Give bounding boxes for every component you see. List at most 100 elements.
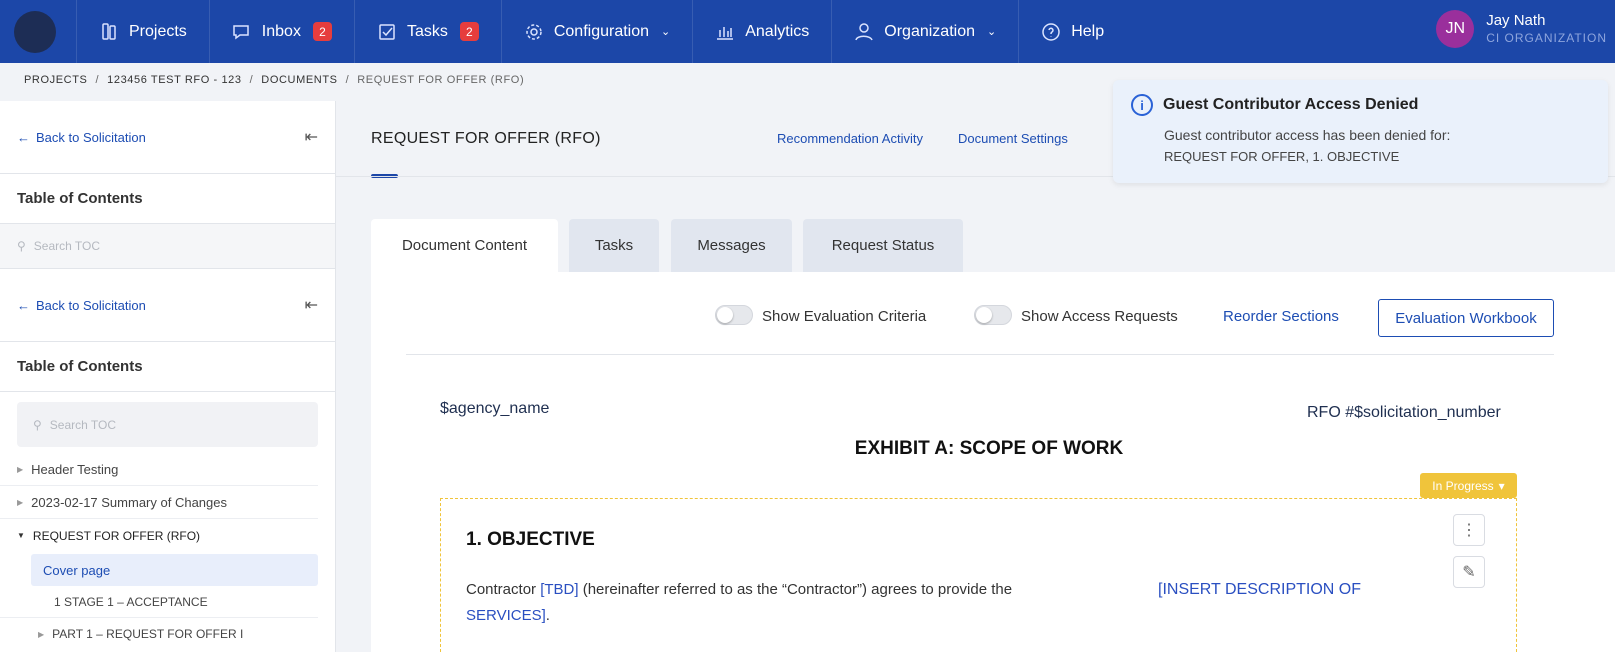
nav-help[interactable]: Help	[1018, 0, 1126, 63]
nav-inbox-label: Inbox	[261, 22, 301, 40]
info-icon: i	[1131, 94, 1153, 116]
toc-item-summary-of-changes[interactable]: ▶ 2023-02-17 Summary of Changes	[0, 486, 318, 519]
app-logo[interactable]	[14, 10, 56, 53]
section-objective[interactable]: 1. OBJECTIVE Contractor [TBD] (hereinaft…	[440, 498, 1517, 652]
breadcrumb: PROJECTS / 123456 TEST RFO - 123 / DOCUM…	[24, 74, 524, 86]
toc-item-part-1[interactable]: ▶ PART 1 – REQUEST FOR OFFER I	[0, 618, 335, 650]
projects-icon	[102, 22, 116, 40]
caret-right-icon: ▶	[38, 629, 45, 639]
tab-request-status[interactable]: Request Status	[803, 219, 963, 272]
organization-icon	[855, 22, 873, 40]
nav-projects[interactable]: Projects	[76, 0, 209, 63]
breadcrumb-documents[interactable]: DOCUMENTS	[261, 74, 337, 86]
chevron-down-icon: ⌄	[986, 26, 997, 38]
breadcrumb-separator: /	[249, 74, 254, 86]
agency-name-variable: $agency_name	[440, 400, 550, 417]
show-access-requests-toggle[interactable]	[974, 305, 1012, 325]
toc-sidebar: ← Back to Solicitation ⇤ Table of Content…	[0, 101, 336, 652]
toc-search-input[interactable]: ⚲ Search TOC	[0, 224, 335, 269]
breadcrumb-project[interactable]: 123456 TEST RFO - 123	[107, 74, 241, 86]
toc-title: Table of Contents	[0, 342, 335, 392]
arrow-left-icon: ←	[17, 297, 30, 313]
toc-item-stage-1[interactable]: 1 STAGE 1 – ACCEPTANCE	[0, 586, 318, 618]
document-settings-link[interactable]: Document Settings	[958, 131, 1068, 146]
tab-document-content[interactable]: Document Content	[371, 219, 558, 272]
back-to-solicitation-link[interactable]: ← Back to Solicitation	[17, 298, 146, 313]
breadcrumb-projects[interactable]: PROJECTS	[24, 74, 87, 86]
show-evaluation-criteria-label: Show Evaluation Criteria	[762, 308, 927, 325]
toc-search-input[interactable]: ⚲ Search TOC	[17, 402, 318, 447]
reorder-sections-link[interactable]: Reorder Sections	[1223, 308, 1339, 325]
show-evaluation-criteria-toggle[interactable]	[715, 305, 753, 325]
user-organization: CI ORGANIZATION	[1486, 31, 1607, 45]
more-options-button[interactable]: ⋮	[1453, 514, 1485, 546]
toc-item-cover-page[interactable]: Cover page	[31, 554, 318, 586]
back-to-solicitation-link[interactable]: ← Back to Solicitation	[17, 130, 146, 145]
sidebar-back-row: ← Back to Solicitation ⇤	[0, 101, 335, 174]
back-label: Back to Solicitation	[36, 297, 146, 313]
show-access-requests-label: Show Access Requests	[1021, 308, 1178, 325]
evaluation-workbook-button[interactable]: Evaluation Workbook	[1378, 299, 1554, 337]
toc-item-label: PART 1 – REQUEST FOR OFFER I	[52, 627, 244, 641]
arrow-left-icon: ←	[17, 129, 30, 145]
tab-messages[interactable]: Messages	[671, 219, 792, 272]
toast-title: Guest Contributor Access Denied	[1163, 96, 1419, 113]
chevron-down-icon: ⌄	[661, 26, 671, 38]
toast-message: Guest contributor access has been denied…	[1164, 127, 1451, 143]
nav-configuration[interactable]: Configuration ⌄	[500, 0, 692, 63]
collapse-sidebar-icon[interactable]: ⇤	[305, 127, 318, 147]
toolbar-divider	[406, 354, 1554, 355]
tasks-icon	[379, 23, 395, 40]
search-icon: ⚲	[33, 417, 42, 432]
insert-description-placeholder: [INSERT DESCRIPTION OF	[1158, 581, 1361, 598]
toc-title: Table of Contents	[0, 174, 335, 224]
tab-tasks[interactable]: Tasks	[569, 219, 659, 272]
status-label: In Progress	[1432, 478, 1494, 493]
toc-item-label: Header Testing	[31, 461, 119, 477]
nav-tasks[interactable]: Tasks 2	[353, 0, 501, 63]
gear-icon	[526, 23, 542, 40]
back-label: Back to Solicitation	[36, 129, 146, 145]
breadcrumb-separator: /	[345, 74, 350, 86]
caret-down-icon: ▾	[1498, 478, 1505, 493]
edit-icon: ✎	[1462, 564, 1476, 581]
nav-help-label: Help	[1071, 22, 1105, 40]
nav-organization[interactable]: Organization ⌄	[831, 0, 1018, 63]
tbd-placeholder: [TBD]	[540, 581, 579, 598]
inbox-count-badge: 2	[312, 22, 332, 41]
toc-search-placeholder: Search TOC	[49, 417, 117, 432]
rfo-number-variable: RFO #$solicitation_number	[1307, 404, 1501, 421]
services-placeholder: SERVICES]	[466, 607, 546, 624]
caret-right-icon: ▶	[17, 497, 24, 507]
access-denied-toast: i Guest Contributor Access Denied Guest …	[1113, 80, 1608, 183]
exhibit-heading: EXHIBIT A: SCOPE OF WORK	[854, 438, 1124, 459]
toc-item-header-testing[interactable]: ▶ Header Testing	[0, 453, 318, 486]
tasks-count-badge: 2	[459, 22, 479, 41]
body-text: .	[545, 607, 550, 624]
recommendation-activity-link[interactable]: Recommendation Activity	[777, 131, 923, 146]
nav-analytics-label: Analytics	[745, 22, 810, 40]
sidebar-back-row: ← Back to Solicitation ⇤	[0, 269, 335, 342]
toast-detail: REQUEST FOR OFFER, 1. OBJECTIVE	[1164, 149, 1400, 164]
nav-inbox[interactable]: Inbox 2	[208, 0, 354, 63]
page-title: REQUEST FOR OFFER (RFO)	[371, 130, 601, 147]
toc-search-placeholder: Search TOC	[33, 239, 101, 253]
edit-section-button[interactable]: ✎	[1453, 556, 1485, 588]
user-name: Jay Nath	[1486, 12, 1546, 29]
toc-item-rfo[interactable]: ▼ REQUEST FOR OFFER (RFO)	[0, 519, 318, 552]
body-text: Contractor	[466, 581, 541, 598]
inbox-icon	[233, 24, 249, 39]
nav-analytics[interactable]: Analytics	[692, 0, 831, 63]
nav-configuration-label: Configuration	[553, 22, 650, 40]
document-panel: Show Evaluation Criteria Show Access Req…	[371, 272, 1615, 652]
document-toolbar: Show Evaluation Criteria Show Access Req…	[371, 272, 1615, 354]
search-icon: ⚲	[17, 239, 26, 253]
toc-item-label: REQUEST FOR OFFER (RFO)	[32, 528, 201, 543]
caret-down-icon: ▼	[17, 531, 25, 540]
toc-item-label: 2023-02-17 Summary of Changes	[31, 494, 227, 510]
user-menu[interactable]: JN Jay Nath CI ORGANIZATION	[1436, 10, 1607, 48]
breadcrumb-current: REQUEST FOR OFFER (RFO)	[357, 74, 525, 86]
status-dropdown[interactable]: In Progress ▾	[1420, 473, 1517, 498]
collapse-sidebar-icon[interactable]: ⇤	[305, 295, 318, 315]
analytics-icon	[717, 26, 734, 40]
